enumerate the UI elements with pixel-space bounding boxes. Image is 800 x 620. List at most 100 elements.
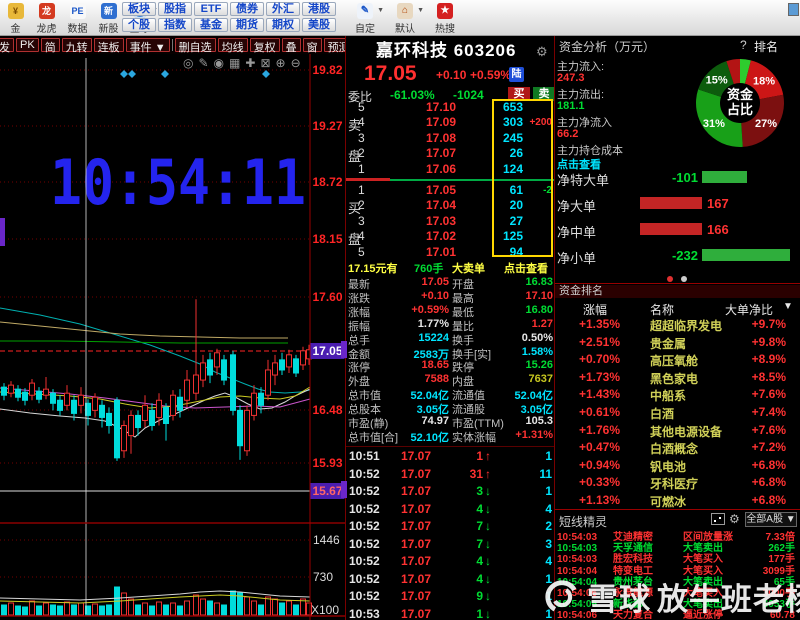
rank-name: 牙科医疗 [650,477,699,492]
toolbar-item[interactable]: PE 数据 [62,1,93,35]
chart-tab[interactable]: 简 [40,38,60,54]
tick-volume: 1 [476,606,483,620]
chart-tab[interactable]: 叠 [281,38,301,54]
toolbar-item-label: 金 [10,24,21,35]
tick-row[interactable]: 10:52 17.07 4 ↓ 4 [346,502,554,518]
market-button[interactable]: ETF [194,2,228,16]
view-big-order-link[interactable]: 点击查看 [504,260,548,276]
toolbar-item[interactable]: ⌂ 默认 ▼ [390,1,424,35]
chart-tab[interactable]: 预测 [323,38,345,54]
rank-header-ratio: 大单净比 [725,303,774,317]
splitter-handle[interactable] [341,481,347,498]
market-button[interactable]: 板块 [122,2,156,16]
tick-row[interactable]: 10:52 17.07 3 ↓ 1 [346,484,554,500]
market-button[interactable]: 指数 [158,18,192,32]
rank-row[interactable]: +1.73% 黑色家电 +8.5% [555,370,800,387]
rank-row[interactable]: +0.94% 钒电池 +6.8% [555,458,800,475]
cross-icon[interactable]: ✚ [245,56,255,70]
alert-row[interactable]: 10:54:03 胜宏科技 大笔买入 177手 [555,554,800,565]
target-icon[interactable]: ◎ [183,56,193,70]
net-order-bar [640,223,702,235]
draw-icon[interactable]: ✎ [198,56,208,70]
kline-chart-area[interactable]: 10:54:11 19.82 19.27 18.72 18.15 17.60 17.05 16… [0,54,345,620]
chart-tab[interactable]: 删自选 [174,38,216,54]
toolbar-item[interactable]: ¥ 金 [0,1,31,35]
lock-icon[interactable]: ⊠ [260,56,270,70]
market-button[interactable]: 债券 [230,2,264,16]
down-arrow-icon: ↓ [485,554,491,568]
tick-row[interactable]: 10:53 17.07 1 ↓ 1 [346,607,554,620]
market-button[interactable]: 期权 [266,18,300,32]
rank-row[interactable]: +1.13% 可燃冰 +6.8% [555,493,800,510]
toolbar-item[interactable]: 新新股 [93,1,124,35]
market-button[interactable]: 美股 [302,18,336,32]
tick-price: 17.07 [400,466,431,481]
rank-row[interactable]: +1.35% 超超临界发电 +9.7% [555,317,800,334]
tick-volume: 7 [476,536,483,551]
chart-tab[interactable]: 复权 [249,38,280,54]
kline-chart[interactable]: 10:54:11 19.82 19.27 18.72 18.15 17.60 17.05 16… [0,54,345,620]
caret-down-icon[interactable]: ▼ [417,7,424,14]
gear-icon[interactable]: ⚙ [729,512,740,526]
tick-volume: 4 [476,501,483,516]
rank-row[interactable]: +0.47% 白酒概念 +7.2% [555,440,800,457]
stat-value: +0.59% [411,303,449,316]
market-button[interactable]: 基金 [194,18,228,32]
chart-tab[interactable]: 连板 [93,38,124,54]
zoom-in-icon[interactable]: ⊕ [276,56,286,70]
grid-icon[interactable]: ▦ [229,56,240,70]
sort-desc-icon[interactable]: ▼ [783,301,793,312]
zoom-out-icon[interactable]: ⊖ [291,56,301,70]
net-order-bar [640,197,702,209]
stat-label: 实体涨幅 [452,431,496,444]
alert-time: 10:54:03 [557,532,598,543]
market-button[interactable]: 港股 [302,2,336,16]
market-button[interactable]: 股指 [158,2,192,16]
settings-gear-icon[interactable]: ⚙ [536,44,548,60]
default-button-icon: ⌂ [397,3,413,19]
tick-row[interactable]: 10:52 17.07 9 ↓ 1 [346,589,554,605]
stat-value: 17.05 [421,276,449,288]
market-button[interactable]: 期货 [230,18,264,32]
tick-row[interactable]: 10:51 17.07 1 ↑ 1 [346,449,554,465]
stat-value: 0.50% [521,331,553,344]
fund-flow-value: 181.1 [557,100,585,112]
rank-row[interactable]: +1.76% 其他电源设备 +7.6% [555,423,800,440]
caret-down-icon[interactable]: ▼ [377,7,384,14]
toolbar-item[interactable]: ★ 热搜 [430,1,460,35]
eye-icon[interactable]: ◉ [214,56,224,70]
tick-time: 10:52 [349,501,380,516]
chart-tab[interactable]: 九转 [61,38,92,54]
market-button[interactable]: 外汇 [266,2,300,16]
tick-row[interactable]: 10:52 17.07 4 ↓ 4 [346,554,554,570]
rank-row[interactable]: +0.61% 白酒 +7.4% [555,405,800,422]
clipped-toolbar-icon[interactable] [788,3,799,16]
chart-tab[interactable]: 窗 [302,38,322,54]
alert-row[interactable]: 10:54:03 艾迪精密 区间放量涨 7.33倍 [555,532,800,543]
tick-row[interactable]: 10:52 17.07 31 ↑ 11 [346,467,554,483]
tick-row[interactable]: 10:52 17.07 4 ↓ 1 [346,572,554,588]
rank-row[interactable]: +0.70% 高压氧舱 +8.9% [555,352,800,369]
rank-row[interactable]: +0.33% 牙科医疗 +6.8% [555,475,800,492]
chart-tab[interactable]: PK [16,38,39,52]
alert-row[interactable]: 10:54:03 天孚通信 大笔卖出 262手 [555,543,800,554]
splitter-handle[interactable] [0,218,5,246]
mini-chart-icon[interactable] [711,513,725,525]
pager-dot-active[interactable] [667,276,673,282]
tick-row[interactable]: 10:52 17.07 7 ↓ 3 [346,537,554,553]
tick-row[interactable]: 10:52 17.07 7 ↓ 2 [346,519,554,535]
rank-row[interactable]: +1.43% 中船系 +7.6% [555,387,800,404]
rank-row[interactable]: +2.51% 贵金属 +9.8% [555,335,800,352]
splitter-handle[interactable] [341,341,347,358]
help-icon[interactable]: ? [740,38,747,52]
chart-tab[interactable]: 事件 ▼ [125,38,170,54]
sell-side-label: 卖 [348,118,362,134]
market-button[interactable]: 个股 [122,18,156,32]
chart-tab[interactable]: 均线 [217,38,248,54]
pager-dot[interactable] [681,276,687,282]
stock-filter-dropdown[interactable]: 全部A股 ▼ [745,512,797,527]
chart-tab[interactable]: 发 [0,38,14,54]
toolbar-item[interactable]: ✎ 自定 ▼ [350,1,384,35]
toolbar-item[interactable]: 龙龙虎 [31,1,62,35]
net-order-label: 净特大单 [557,173,610,188]
